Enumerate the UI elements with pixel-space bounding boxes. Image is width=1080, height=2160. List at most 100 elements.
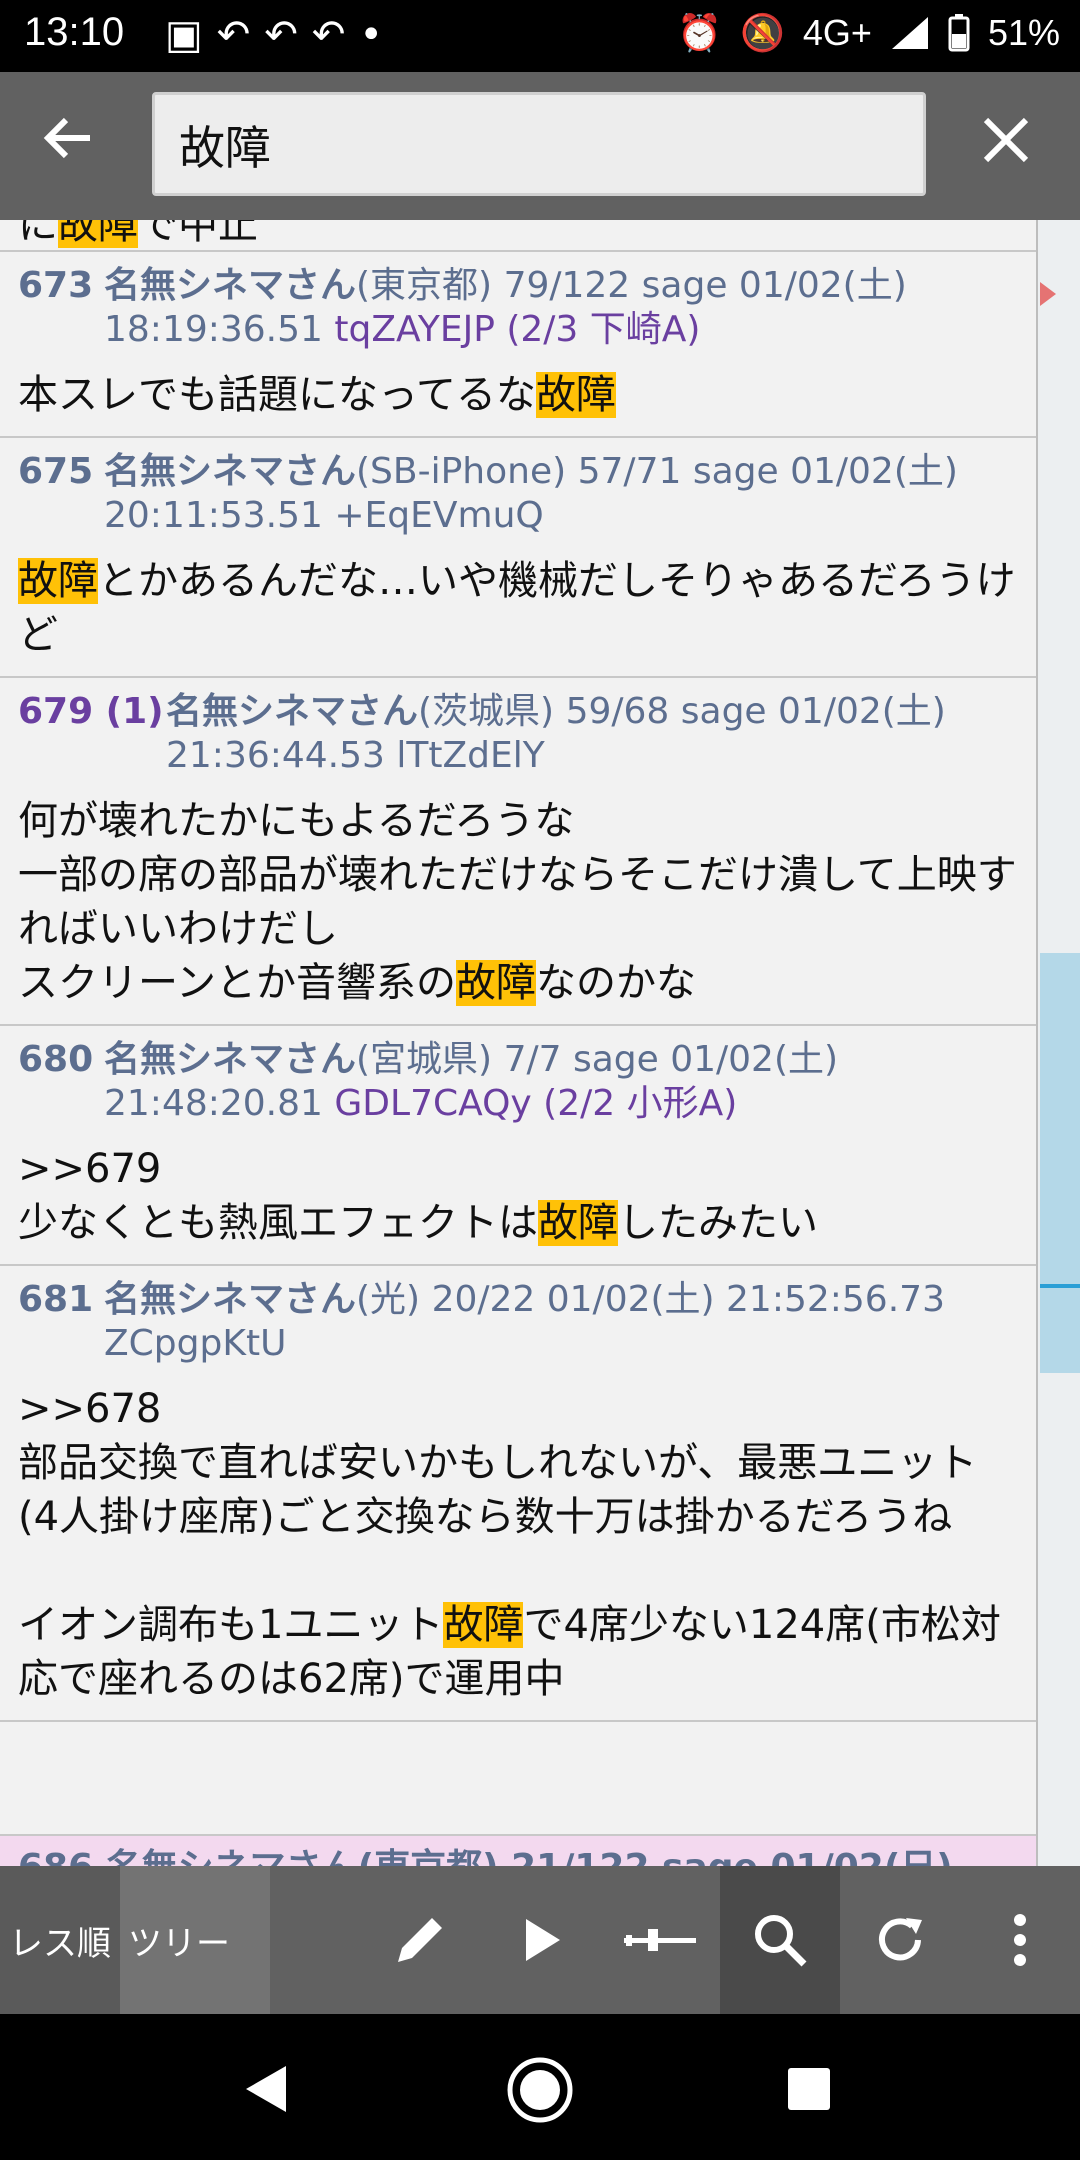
post-time: 18:19:36.51: [104, 309, 323, 350]
post-meta-line: 名無シネマさん(宮城県) 7/7 sage 01/02(土): [104, 1038, 838, 1082]
nav-back-icon[interactable]: [240, 2062, 290, 2116]
post-meta: 7/7 sage 01/02(土): [503, 1039, 839, 1080]
search-input[interactable]: [177, 109, 901, 181]
post-id[interactable]: tqZAYEJP (2/3 下崎A): [334, 309, 700, 350]
notification-icons: ▣↶↶↶•: [165, 12, 397, 58]
scrollbar-thumb[interactable]: [1040, 953, 1080, 1373]
post-item[interactable]: 679 (1) 名無シネマさん(茨城県) 59/68 sage 01/02(土) 2…: [0, 678, 1036, 1026]
refresh-icon: [879, 1918, 922, 1961]
poster-name: 名無シネマさん: [104, 1039, 357, 1080]
post-meta: 20/22 01/02(土) 21:52:56.73: [431, 1279, 945, 1320]
post-number[interactable]: 673: [18, 264, 104, 352]
search-box[interactable]: [152, 92, 926, 196]
tab-tree[interactable]: ツリー: [120, 1866, 270, 2014]
post-body: >>678 部品交換で直れば安いかもしれないが、最悪ユニット(4人掛け座席)ごと…: [18, 1382, 1018, 1706]
bottom-toolbar: レス順 ツリー: [0, 1866, 1080, 2014]
image-icon: ▣: [165, 12, 217, 58]
post-meta-block: 名無シネマさん(茨城県) 59/68 sage 01/02(土) 21:36:44…: [166, 690, 946, 778]
post-meta-line: 名無シネマさん(茨城県) 59/68 sage 01/02(土): [166, 690, 946, 734]
search-highlight: 故障: [536, 372, 616, 418]
post-number[interactable]: 681: [18, 1278, 104, 1366]
mute-icon: 🔕: [740, 12, 785, 53]
close-svg: [983, 117, 1029, 163]
partial-post-body: に故障で中止: [0, 220, 1036, 252]
poster-name: 名無シネマさん: [104, 451, 357, 492]
post-header: 681 名無シネマさん(光) 20/22 01/02(土) 21:52:56.73…: [18, 1278, 1018, 1366]
post-meta-line: 名無シネマさん(光) 20/22 01/02(土) 21:52:56.73: [104, 1278, 945, 1322]
close-icon[interactable]: [980, 110, 1032, 180]
post-meta-block: 名無シネマさん(SB-iPhone) 57/71 sage 01/02(土) 20…: [104, 450, 958, 538]
post-time: 20:11:53.51 +EqEVmuQ: [104, 495, 544, 536]
poster-region: (茨城県): [418, 691, 555, 732]
search-highlight: 故障: [456, 960, 536, 1006]
status-time: 13:10: [24, 10, 125, 54]
post-item[interactable]: 681 名無シネマさん(光) 20/22 01/02(土) 21:52:56.73…: [0, 1266, 1036, 1722]
nav-recents-icon[interactable]: [786, 2066, 832, 2112]
pencil-icon: [398, 1918, 442, 1962]
reply-icon: ↶: [216, 12, 265, 58]
next-post-partial[interactable]: 686 名無シネマさん(東京都) 21/122 sage 01/02(日): [0, 1834, 1036, 1866]
partial-text: で中止: [138, 220, 258, 248]
scroll-current-marker: [1040, 1284, 1080, 1288]
more-button[interactable]: [960, 1866, 1080, 2014]
slider-button[interactable]: [600, 1866, 720, 2014]
search-button[interactable]: [720, 1866, 840, 2014]
system-icons: ⏰ 🔕 4G+ 51%: [677, 12, 1060, 54]
poster-region: (東京都): [356, 265, 493, 306]
back-arrow-icon[interactable]: [40, 110, 96, 180]
refresh-button[interactable]: [840, 1866, 960, 2014]
status-bar: 13:10 ▣↶↶↶• ⏰ 🔕 4G+ 51%: [0, 0, 1080, 72]
poster-name: 名無シネマさん: [104, 1279, 357, 1320]
search-icon: [755, 1915, 807, 1967]
scroll-position-marker: [1040, 282, 1056, 306]
post-item[interactable]: 680 名無シネマさん(宮城県) 7/7 sage 01/02(土) 21:48:2…: [0, 1026, 1036, 1266]
post-meta-line: 名無シネマさん(東京都) 79/122 sage 01/02(土): [104, 264, 907, 308]
slider-icon: [624, 1929, 696, 1951]
post-meta: 57/71 sage 01/02(土): [577, 451, 958, 492]
poster-name: 名無シネマさん: [104, 265, 357, 306]
post-meta-line2: 20:11:53.51 +EqEVmuQ: [104, 494, 958, 538]
signal-icon: [891, 17, 928, 49]
post-number[interactable]: 680: [18, 1038, 104, 1126]
search-highlight: 故障: [443, 1602, 524, 1648]
tab-res-order[interactable]: レス順: [0, 1866, 120, 2014]
search-bar: [0, 72, 1080, 220]
play-button[interactable]: [482, 1866, 602, 2014]
android-nav-bar: [0, 2014, 1080, 2160]
post-header: 679 (1) 名無シネマさん(茨城県) 59/68 sage 01/02(土) 2…: [18, 690, 1018, 778]
partial-text: に: [18, 220, 58, 248]
poster-region: (光): [356, 1279, 421, 1320]
post-text: とかあるんだな…いや機械だしそりゃあるだろうけど: [18, 558, 1016, 658]
post-body: 何が壊れたかにもよるだろうな 一部の席の部品が壊れただけならそこだけ潰して上映す…: [18, 794, 1018, 1010]
post-list[interactable]: に故障で中止 673 名無シネマさん(東京都) 79/122 sage 01/02…: [0, 220, 1038, 1866]
post-header: 675 名無シネマさん(SB-iPhone) 57/71 sage 01/02(土…: [18, 450, 1018, 538]
post-meta-block: 名無シネマさん(東京都) 79/122 sage 01/02(土) 18:19:3…: [104, 264, 907, 352]
post-meta-line2: 21:36:44.53 lTtZdElY: [166, 734, 946, 778]
write-button[interactable]: [360, 1866, 480, 2014]
post-meta-line: 名無シネマさん(SB-iPhone) 57/71 sage 01/02(土): [104, 450, 958, 494]
post-text: >>679 少なくとも熱風エフェクトは: [18, 1146, 538, 1246]
more-vert-icon: [1014, 1914, 1026, 1966]
post-text: 本スレでも話題になってるな: [18, 372, 536, 418]
post-header: 673 名無シネマさん(東京都) 79/122 sage 01/02(土) 18:1…: [18, 264, 1018, 352]
battery-icon: [948, 14, 970, 52]
post-body: 故障とかあるんだな…いや機械だしそりゃあるだろうけど: [18, 554, 1018, 662]
post-time: 21:48:20.81: [104, 1083, 323, 1124]
post-number[interactable]: 679 (1): [18, 690, 166, 778]
post-number[interactable]: 675: [18, 450, 104, 538]
nav-home-icon[interactable]: [506, 2056, 574, 2124]
poster-name: 名無シネマさん: [166, 691, 419, 732]
post-meta-block: 名無シネマさん(光) 20/22 01/02(土) 21:52:56.73 ZCp…: [104, 1278, 945, 1366]
post-id[interactable]: GDL7CAQy (2/2 小形A): [334, 1083, 737, 1124]
play-icon: [526, 1919, 560, 1961]
post-time: ZCpgpKtU: [104, 1323, 287, 1364]
post-item[interactable]: 675 名無シネマさん(SB-iPhone) 57/71 sage 01/02(土…: [0, 438, 1036, 678]
post-header: 680 名無シネマさん(宮城県) 7/7 sage 01/02(土) 21:48:2…: [18, 1038, 1018, 1126]
post-item[interactable]: 673 名無シネマさん(東京都) 79/122 sage 01/02(土) 18:1…: [0, 252, 1036, 438]
